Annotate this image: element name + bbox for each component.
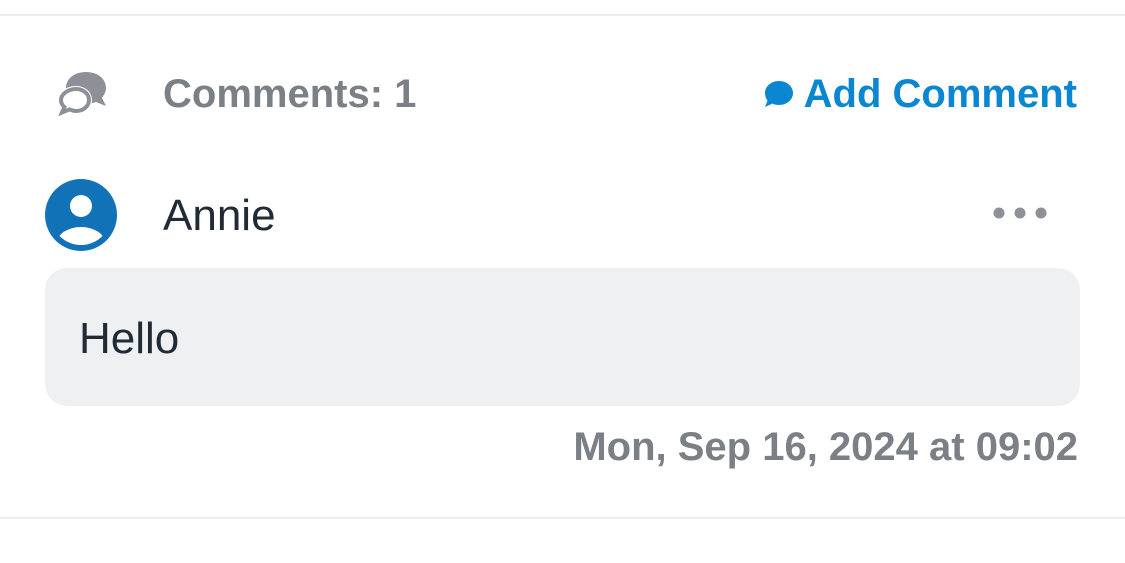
comment-timestamp: Mon, Sep 16, 2024 at 09:02 [573, 425, 1078, 469]
comment-author: Annie [163, 191, 276, 240]
comment-bubble: Hello [45, 268, 1080, 406]
more-options-button[interactable] [988, 198, 1052, 228]
comments-icon [57, 72, 106, 117]
speech-bubble-icon [764, 81, 793, 107]
add-comment-label: Add Comment [803, 72, 1077, 116]
bottom-divider [0, 517, 1125, 519]
comment-text: Hello [79, 314, 180, 363]
more-options-icon [993, 207, 1047, 219]
add-comment-button[interactable]: Add Comment [764, 71, 1077, 117]
top-divider [0, 14, 1125, 16]
comments-count: Comments: 1 [163, 72, 417, 116]
user-avatar-icon [45, 179, 117, 251]
comments-section: Comments: 1 Add Comment Annie Hello Mon,… [0, 0, 1125, 563]
